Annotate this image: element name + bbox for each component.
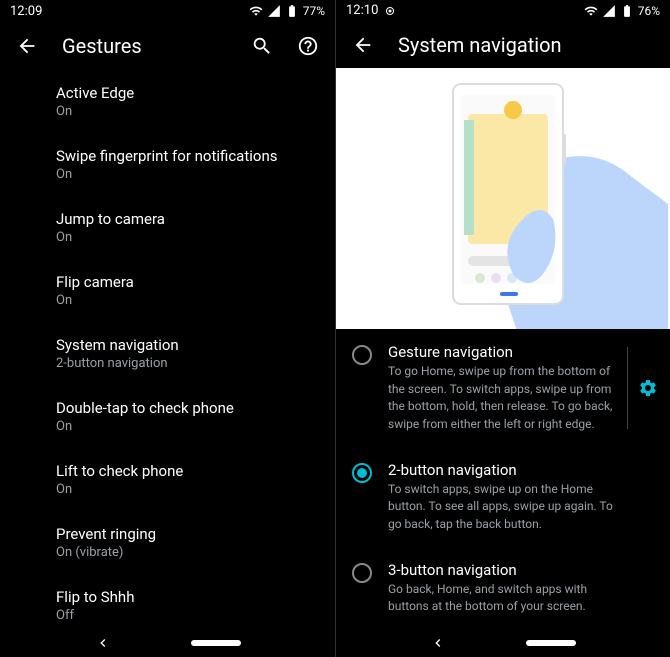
battery-icon (285, 4, 299, 18)
clock: 12:10 (346, 3, 378, 18)
option-title: Gesture navigation (388, 343, 624, 361)
signal-icon (267, 4, 281, 18)
nav-back-button[interactable] (430, 635, 446, 651)
gear-icon (638, 378, 658, 398)
option-3-button-navigation[interactable]: 3-button navigation Go back, Home, and s… (340, 547, 666, 630)
back-arrow-icon (16, 35, 38, 57)
help-button[interactable] (297, 35, 319, 57)
status-icons: 76% (584, 4, 660, 18)
wifi-icon (584, 4, 598, 18)
back-button[interactable] (16, 35, 38, 57)
setting-subtitle: On (56, 104, 319, 119)
back-button[interactable] (352, 34, 374, 56)
setting-title: Double-tap to check phone (56, 399, 319, 417)
setting-double-tap[interactable]: Double-tap to check phone On (56, 385, 335, 448)
gestures-screen: 12:09 77% Gestures Active Edge On Swipe … (0, 0, 335, 657)
setting-flip-camera[interactable]: Flip camera On (56, 259, 335, 322)
setting-subtitle: On (56, 293, 319, 308)
navigation-bar (336, 630, 670, 657)
navigation-bar (0, 629, 335, 657)
status-bar: 12:10 76% (336, 0, 670, 21)
setting-title: Prevent ringing (56, 525, 319, 543)
setting-subtitle: On (56, 167, 319, 182)
battery-percent: 76% (638, 4, 660, 18)
setting-subtitle: On (56, 419, 319, 434)
search-button[interactable] (251, 35, 273, 57)
option-gesture-navigation[interactable]: Gesture navigation To go Home, swipe up … (340, 329, 666, 447)
phone-hand-illustration (338, 68, 668, 330)
setting-subtitle: On (56, 482, 319, 497)
nav-back-button[interactable] (95, 635, 111, 651)
setting-system-navigation[interactable]: System navigation 2-button navigation (56, 322, 335, 385)
setting-subtitle: Off (56, 608, 319, 623)
setting-title: Active Edge (56, 84, 319, 102)
status-icons: 77% (249, 4, 325, 18)
setting-title: Flip camera (56, 273, 319, 291)
option-description: To switch apps, swipe up on the Home but… (388, 481, 624, 533)
nav-home-pill[interactable] (191, 640, 241, 646)
setting-title: Lift to check phone (56, 462, 319, 480)
radio-button[interactable] (352, 463, 372, 483)
app-bar: System navigation (336, 21, 670, 68)
option-title: 2-button navigation (388, 461, 624, 479)
battery-icon (620, 4, 634, 18)
divider (627, 347, 628, 429)
setting-prevent-ringing[interactable]: Prevent ringing On (vibrate) (56, 511, 335, 574)
setting-jump-camera[interactable]: Jump to camera On (56, 196, 335, 259)
settings-list[interactable]: Active Edge On Swipe fingerprint for not… (0, 70, 335, 629)
setting-swipe-fingerprint[interactable]: Swipe fingerprint for notifications On (56, 133, 335, 196)
wifi-icon (249, 4, 263, 18)
back-arrow-icon (352, 34, 374, 56)
option-2-button-navigation[interactable]: 2-button navigation To switch apps, swip… (340, 447, 666, 547)
setting-lift-to-check[interactable]: Lift to check phone On (56, 448, 335, 511)
app-bar: Gestures (0, 22, 335, 70)
setting-title: Swipe fingerprint for notifications (56, 147, 319, 165)
setting-active-edge[interactable]: Active Edge On (56, 70, 335, 133)
page-title: Gestures (62, 34, 227, 58)
option-title: 3-button navigation (388, 561, 624, 579)
nav-home-pill[interactable] (526, 640, 576, 646)
chevron-left-icon (430, 635, 446, 651)
radio-button[interactable] (352, 345, 372, 365)
setting-title: System navigation (56, 336, 319, 354)
setting-flip-to-shhh[interactable]: Flip to Shhh Off (56, 574, 335, 629)
help-icon (297, 35, 319, 57)
option-description: Go back, Home, and switch apps with butt… (388, 581, 624, 616)
page-title: System navigation (398, 33, 654, 57)
battery-percent: 77% (303, 4, 325, 18)
chevron-left-icon (95, 635, 111, 651)
navigation-illustration (336, 68, 670, 330)
setting-title: Jump to camera (56, 210, 319, 228)
location-icon (384, 5, 396, 17)
setting-subtitle: On (vibrate) (56, 545, 319, 560)
setting-title: Flip to Shhh (56, 588, 319, 606)
radio-button[interactable] (352, 563, 372, 583)
search-icon (251, 35, 273, 57)
signal-icon (602, 4, 616, 18)
navigation-options: Gesture navigation To go Home, swipe up … (336, 329, 670, 630)
option-settings-button[interactable] (638, 378, 658, 398)
status-bar: 12:09 77% (0, 0, 335, 22)
clock: 12:09 (10, 4, 42, 19)
setting-subtitle: On (56, 230, 319, 245)
setting-subtitle: 2-button navigation (56, 356, 319, 371)
option-description: To go Home, swipe up from the bottom of … (388, 363, 624, 433)
system-navigation-screen: 12:10 76% System navigation (335, 0, 670, 657)
